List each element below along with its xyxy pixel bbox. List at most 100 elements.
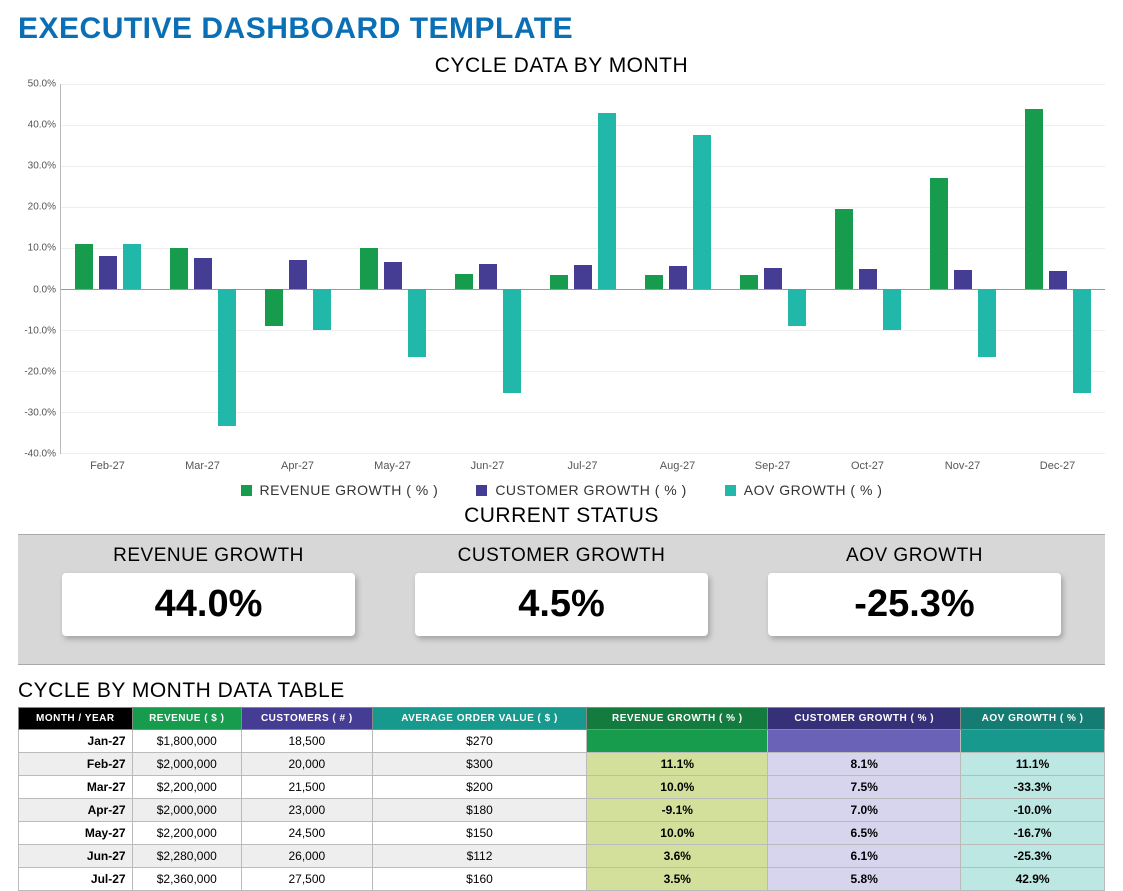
table-row: Jan-27$1,800,00018,500$270 <box>19 730 1105 753</box>
y-tick: -30.0% <box>24 407 56 418</box>
chart-bar <box>360 248 378 289</box>
chart-bar <box>1049 271 1067 289</box>
chart-group <box>251 84 346 453</box>
x-tick: Dec-27 <box>1010 454 1105 472</box>
chart-x-axis: Feb-27Mar-27Apr-27May-27Jun-27Jul-27Aug-… <box>60 454 1105 472</box>
x-tick: Sep-27 <box>725 454 820 472</box>
chart-bar <box>194 258 212 289</box>
chart-bar <box>669 266 687 289</box>
y-tick: -10.0% <box>24 325 56 336</box>
table-title: CYCLE BY MONTH DATA TABLE <box>18 679 1105 703</box>
y-tick: 50.0% <box>28 79 56 90</box>
table-row: May-27$2,200,00024,500$15010.0%6.5%-16.7… <box>19 822 1105 845</box>
x-tick: Oct-27 <box>820 454 915 472</box>
col-customers: CUSTOMERS ( # ) <box>242 708 373 730</box>
y-tick: 30.0% <box>28 161 56 172</box>
y-tick: -40.0% <box>24 449 56 460</box>
chart-bar <box>883 289 901 330</box>
chart-y-axis: 50.0%40.0%30.0%20.0%10.0%0.0%-10.0%-20.0… <box>18 84 60 454</box>
status-card-revenue: REVENUE GROWTH 44.0% <box>32 545 385 636</box>
y-tick: 40.0% <box>28 120 56 131</box>
chart-bar <box>123 244 141 290</box>
chart-bar <box>455 274 473 289</box>
col-month: MONTH / YEAR <box>19 708 133 730</box>
legend-item-revenue: REVENUE GROWTH ( % ) <box>241 482 439 498</box>
chart-group <box>441 84 536 453</box>
chart-bar <box>1073 289 1091 393</box>
legend-item-aov: AOV GROWTH ( % ) <box>725 482 883 498</box>
x-tick: May-27 <box>345 454 440 472</box>
chart-bar <box>408 289 426 357</box>
status-value-customer: 4.5% <box>415 573 708 636</box>
status-value-aov: -25.3% <box>768 573 1061 636</box>
chart-bar <box>930 178 948 289</box>
chart-bar <box>170 248 188 289</box>
square-icon <box>725 485 736 496</box>
cycle-chart: CYCLE DATA BY MONTH 50.0% 40.0% 30.0% 20.0%… <box>18 54 1105 498</box>
x-tick: Jul-27 <box>535 454 630 472</box>
x-tick: Feb-27 <box>60 454 155 472</box>
x-tick: Nov-27 <box>915 454 1010 472</box>
y-tick: 10.0% <box>28 243 56 254</box>
x-tick: Mar-27 <box>155 454 250 472</box>
col-rev-growth: REVENUE GROWTH ( % ) <box>587 708 768 730</box>
chart-group <box>915 84 1010 453</box>
x-tick: Apr-27 <box>250 454 345 472</box>
chart-bar <box>574 265 592 289</box>
page-title: EXECUTIVE DASHBOARD TEMPLATE <box>18 12 1105 46</box>
square-icon <box>476 485 487 496</box>
legend-item-customer: CUSTOMER GROWTH ( % ) <box>476 482 686 498</box>
col-cust-growth: CUSTOMER GROWTH ( % ) <box>768 708 961 730</box>
chart-bar <box>265 289 283 326</box>
chart-bar <box>954 270 972 289</box>
chart-group <box>725 84 820 453</box>
chart-bar <box>503 289 521 393</box>
chart-group <box>156 84 251 453</box>
square-icon <box>241 485 252 496</box>
chart-bar <box>218 289 236 426</box>
chart-plot-area <box>60 84 1105 454</box>
table-row: Jul-27$2,360,00027,500$1603.5%5.8%42.9% <box>19 868 1105 891</box>
status-value-revenue: 44.0% <box>62 573 355 636</box>
chart-bar <box>384 262 402 289</box>
chart-bar <box>550 275 568 289</box>
chart-bar <box>835 209 853 289</box>
x-tick: Aug-27 <box>630 454 725 472</box>
status-card-aov: AOV GROWTH -25.3% <box>738 545 1091 636</box>
col-aov-growth: AOV GROWTH ( % ) <box>961 708 1105 730</box>
chart-bar <box>645 275 663 289</box>
status-card-customer: CUSTOMER GROWTH 4.5% <box>385 545 738 636</box>
col-aov: AVERAGE ORDER VALUE ( $ ) <box>372 708 587 730</box>
y-tick: -20.0% <box>24 366 56 377</box>
chart-group <box>346 84 441 453</box>
chart-bar <box>1025 109 1043 289</box>
chart-bar <box>99 256 117 289</box>
chart-legend: REVENUE GROWTH ( % ) CUSTOMER GROWTH ( %… <box>18 482 1105 498</box>
chart-bar <box>764 268 782 289</box>
chart-group <box>630 84 725 453</box>
chart-bar <box>740 275 758 289</box>
status-cards: REVENUE GROWTH 44.0% CUSTOMER GROWTH 4.5… <box>18 534 1105 665</box>
chart-bar <box>598 113 616 289</box>
chart-bar <box>978 289 996 357</box>
chart-bar <box>289 260 307 289</box>
chart-bar <box>313 289 331 330</box>
chart-group <box>536 84 631 453</box>
status-title: CURRENT STATUS <box>18 504 1105 528</box>
table-row: Feb-27$2,000,00020,000$30011.1%8.1%11.1% <box>19 753 1105 776</box>
chart-group <box>1010 84 1105 453</box>
y-tick: 0.0% <box>33 284 56 295</box>
data-table: MONTH / YEAR REVENUE ( $ ) CUSTOMERS ( #… <box>18 707 1105 891</box>
chart-bar <box>859 269 877 289</box>
chart-bar <box>479 264 497 289</box>
chart-bar <box>693 135 711 289</box>
chart-group <box>61 84 156 453</box>
chart-group <box>820 84 915 453</box>
table-row: Jun-27$2,280,00026,000$1123.6%6.1%-25.3% <box>19 845 1105 868</box>
chart-title: CYCLE DATA BY MONTH <box>18 54 1105 78</box>
y-tick: 20.0% <box>28 202 56 213</box>
col-revenue: REVENUE ( $ ) <box>132 708 241 730</box>
table-row: Apr-27$2,000,00023,000$180-9.1%7.0%-10.0… <box>19 799 1105 822</box>
chart-bar <box>75 244 93 290</box>
table-row: Mar-27$2,200,00021,500$20010.0%7.5%-33.3… <box>19 776 1105 799</box>
